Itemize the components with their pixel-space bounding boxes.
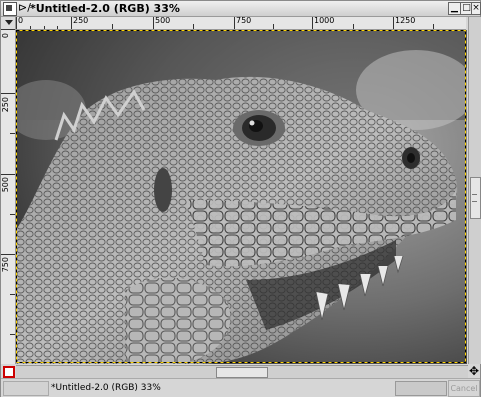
navigate-icon: ✥: [468, 364, 480, 378]
image-canvas[interactable]: [16, 30, 467, 364]
horizontal-scroll-thumb[interactable]: [216, 367, 268, 378]
ruler-label: 1000: [314, 17, 335, 25]
image-window: ⊳/ *Untitled-2.0 (RGB) 33% ▁ □ × 0 250 5…: [0, 0, 481, 397]
pointer-coordinates: [3, 381, 49, 396]
grip-icon: [472, 194, 477, 202]
quickmask-toggle-icon: [3, 366, 15, 378]
ruler-label: 500: [1, 177, 10, 193]
ruler-label: 750: [236, 17, 252, 25]
ruler-label: 250: [73, 17, 89, 25]
window-menu-icon[interactable]: [3, 2, 17, 16]
status-text: *Untitled-2.0 (RGB) 33%: [51, 383, 161, 393]
cancel-button[interactable]: Cancel: [448, 380, 480, 397]
vertical-ruler[interactable]: 0 250 500 750: [1, 29, 16, 364]
window-title: *Untitled-2.0 (RGB) 33%: [30, 2, 180, 15]
horizontal-ruler[interactable]: 0 250 500 750 1000 1250: [16, 17, 466, 30]
ruler-label: 250: [1, 97, 10, 113]
close-button[interactable]: ×: [471, 2, 481, 15]
ruler-label: 1250: [395, 17, 416, 25]
horizontal-scrollbar[interactable]: [16, 365, 468, 378]
shade-glyph[interactable]: ⊳/: [18, 1, 31, 15]
vertical-scrollbar[interactable]: [468, 17, 481, 364]
ruler-label: 0: [1, 33, 10, 39]
navigate-button[interactable]: ✥: [468, 365, 480, 377]
status-bar: *Untitled-2.0 (RGB) 33% Cancel: [1, 378, 480, 397]
ruler-label: 0: [18, 17, 24, 25]
quickmask-button[interactable]: [1, 365, 15, 378]
iguana-photo: [16, 30, 467, 364]
progress-bar: [395, 381, 447, 396]
title-bar[interactable]: ⊳/ *Untitled-2.0 (RGB) 33% ▁ □ ×: [1, 1, 481, 17]
ruler-label: 500: [155, 17, 171, 25]
ruler-label: 750: [1, 257, 10, 273]
menu-arrow-icon: [5, 20, 13, 25]
